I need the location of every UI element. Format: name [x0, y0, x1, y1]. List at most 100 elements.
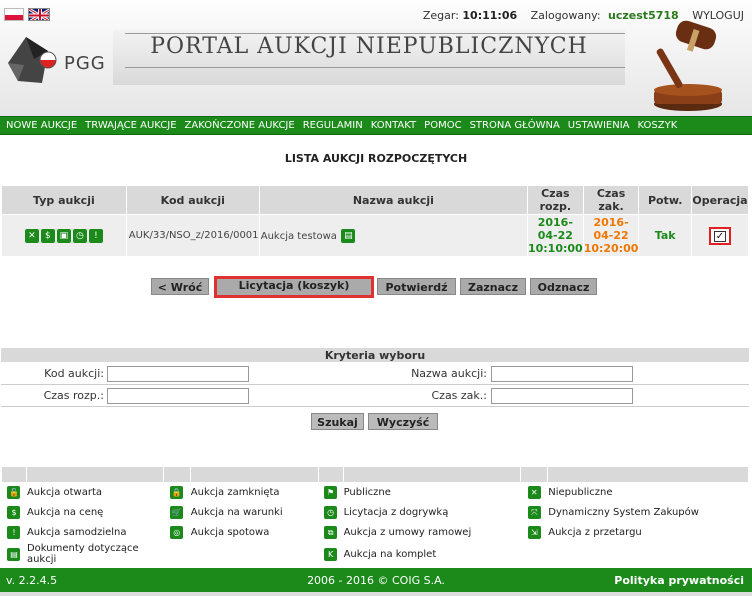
nav-settings[interactable]: USTAWIENIA [568, 117, 630, 134]
end-date-line2: 04-22 [593, 229, 629, 242]
end-input[interactable] [491, 388, 633, 404]
frame-icon: ⧉ [324, 526, 338, 539]
nav-cart[interactable]: KOSZYK [638, 117, 678, 134]
legend-empty-cell [547, 542, 749, 566]
privacy-link[interactable]: Polityka prywatności [614, 574, 744, 587]
col-start: Czas rozp. [526, 185, 584, 215]
end-time-cell: 2016- 04-22 10:20:00 [582, 214, 640, 257]
clock-label: Zegar: [422, 9, 459, 22]
search-button[interactable]: Szukaj [311, 413, 364, 430]
legend-label: Niepubliczne [547, 482, 749, 503]
legend-icon-cell: 🛒 [162, 502, 191, 523]
back-button[interactable]: < Wróć [151, 278, 209, 295]
portal-title: PORTAL AUKCJI NIEPUBLICZNYCH [150, 34, 588, 59]
legend-icon-cell: ⤧ [520, 502, 549, 523]
gavel-image [640, 20, 740, 112]
pgg-logo: PGG [4, 33, 109, 88]
clear-button[interactable]: Wyczyść [368, 413, 438, 430]
nav-help[interactable]: POMOC [424, 117, 461, 134]
lock-icon: 🔒 [170, 486, 184, 499]
legend-empty-cell [162, 542, 191, 566]
footer: v. 2.2.4.5 2006 - 2016 © COIG S.A. Polit… [0, 568, 752, 592]
criteria-title: Kryteria wyboru [1, 348, 749, 363]
legend-label: Aukcja otwarta [25, 482, 164, 503]
tender-icon: ⇲ [527, 526, 541, 539]
name-label: Nazwa aukcji: [411, 367, 487, 380]
legend-label: Aukcja na warunki [189, 502, 319, 523]
legend-icon-cell: ⧉ [317, 522, 344, 543]
cart-icon: 🛒 [170, 506, 184, 519]
code-input[interactable] [107, 366, 249, 382]
clock-icon: ◷ [72, 228, 87, 243]
table-row: ✕ $ ▣ ◷! AUK/33/NSO_z/2016/0001 Aukcja test… [1, 214, 750, 257]
uk-flag-icon[interactable] [28, 8, 50, 21]
legend-row: ▤ Dokumenty dotyczące aukcji K Aukcja na ko… [1, 542, 749, 566]
legend-header [1, 466, 749, 483]
lock-icon: ▣ [56, 228, 71, 243]
code-label: Kod aukcji: [44, 367, 104, 380]
table-header-row: Typ aukcji Kod aukcji Nazwa aukcji Czas r… [1, 185, 750, 215]
select-button[interactable]: Zaznacz [460, 278, 526, 295]
legend-label: Aukcja na cenę [25, 502, 164, 523]
spot-icon: ◎ [170, 526, 184, 539]
title-banner: PORTAL AUKCJI NIEPUBLICZNYCH [113, 30, 625, 85]
legend-empty-cell [520, 542, 549, 566]
auction-name[interactable]: Aukcja testowa [261, 231, 337, 242]
end-label: Czas zak.: [431, 389, 487, 402]
col-end-line1: Czas [596, 187, 626, 200]
col-end: Czas zak. [582, 185, 640, 215]
page-overflow [0, 592, 752, 596]
select-checkbox[interactable]: ✓ [708, 226, 731, 245]
exclamation-icon: ! [88, 228, 103, 243]
flag-icon: ⚑ [324, 486, 338, 499]
start-time: 10:10:00 [527, 242, 583, 255]
nav-ongoing-auctions[interactable]: TRWAJĄCE AUKCJE [85, 117, 176, 134]
document-icon: ▤ [7, 547, 21, 561]
legend-label: Aukcja z umowy ramowej [342, 522, 522, 543]
col-operation: Operacja [690, 185, 750, 215]
legend-icon-cell: 🔒 [162, 482, 191, 503]
start-time-cell: 2016- 04-22 10:10:00 [526, 214, 584, 257]
polish-flag-icon[interactable] [4, 8, 24, 21]
start-input[interactable] [107, 388, 249, 404]
unlock-icon: 🔓 [7, 486, 21, 499]
legend-icon-cell: ▤ [1, 542, 27, 566]
main-navigation: NOWE AUKCJE TRWAJĄCE AUKCJE ZAKOŃCZONE AUK… [0, 116, 752, 135]
col-end-line2: zak. [598, 200, 624, 213]
nav-regulations[interactable]: REGULAMIN [303, 117, 363, 134]
document-icon[interactable]: ▤ [341, 228, 356, 243]
legend-label: Aukcja spotowa [189, 522, 319, 543]
auctions-table: Typ aukcji Kod aukcji Nazwa aukcji Czas r… [1, 185, 750, 257]
legend-label: Aukcja z przetargu [547, 522, 749, 543]
legend-icon-cell: ◷ [317, 502, 344, 523]
start-date-line1: 2016- [537, 216, 573, 229]
start-date-line2: 04-22 [537, 229, 573, 242]
legend-label: Dokumenty dotyczące aukcji [25, 542, 164, 566]
x-icon: ✕ [24, 228, 39, 243]
nav-home[interactable]: STRONA GŁÓWNA [470, 117, 560, 134]
header: Zegar: 10:11:06 Zalogowany: uczest5718 W… [0, 0, 752, 116]
start-label: Czas rozp.: [43, 389, 104, 402]
nav-finished-auctions[interactable]: ZAKOŃCZONE AUKCJE [185, 117, 295, 134]
legend-icon-cell: K [317, 542, 344, 566]
operation-cell: ✓ [690, 214, 750, 257]
bidding-cart-button[interactable]: Licytacja (koszyk) [214, 276, 374, 298]
confirm-button[interactable]: Potwierdź [377, 278, 456, 295]
end-time: 10:20:00 [583, 242, 639, 255]
legend-label: Aukcja samodzielna [25, 522, 164, 543]
nav-contact[interactable]: KONTAKT [371, 117, 416, 134]
type-icons: ✕ $ ▣ ◷! [1, 214, 127, 257]
deselect-button[interactable]: Odznacz [530, 278, 597, 295]
legend-icon-cell: ✕ [520, 482, 549, 503]
nav-new-auctions[interactable]: NOWE AUKCJE [6, 117, 77, 134]
dollar-icon: $ [7, 506, 21, 519]
end-date-line1: 2016- [593, 216, 629, 229]
legend-label: Aukcja zamknięta [189, 482, 319, 503]
legend-label: Aukcja na komplet [342, 542, 522, 566]
name-input[interactable] [491, 366, 633, 382]
criteria-fields: Kod aukcji: Nazwa aukcji: Czas rozp.: Cz… [1, 363, 749, 407]
legend-icon-cell: ⇲ [520, 522, 549, 543]
exclamation-icon: ! [7, 526, 21, 539]
legend-label: Publiczne [342, 482, 522, 503]
clock-icon: ◷ [324, 506, 338, 519]
